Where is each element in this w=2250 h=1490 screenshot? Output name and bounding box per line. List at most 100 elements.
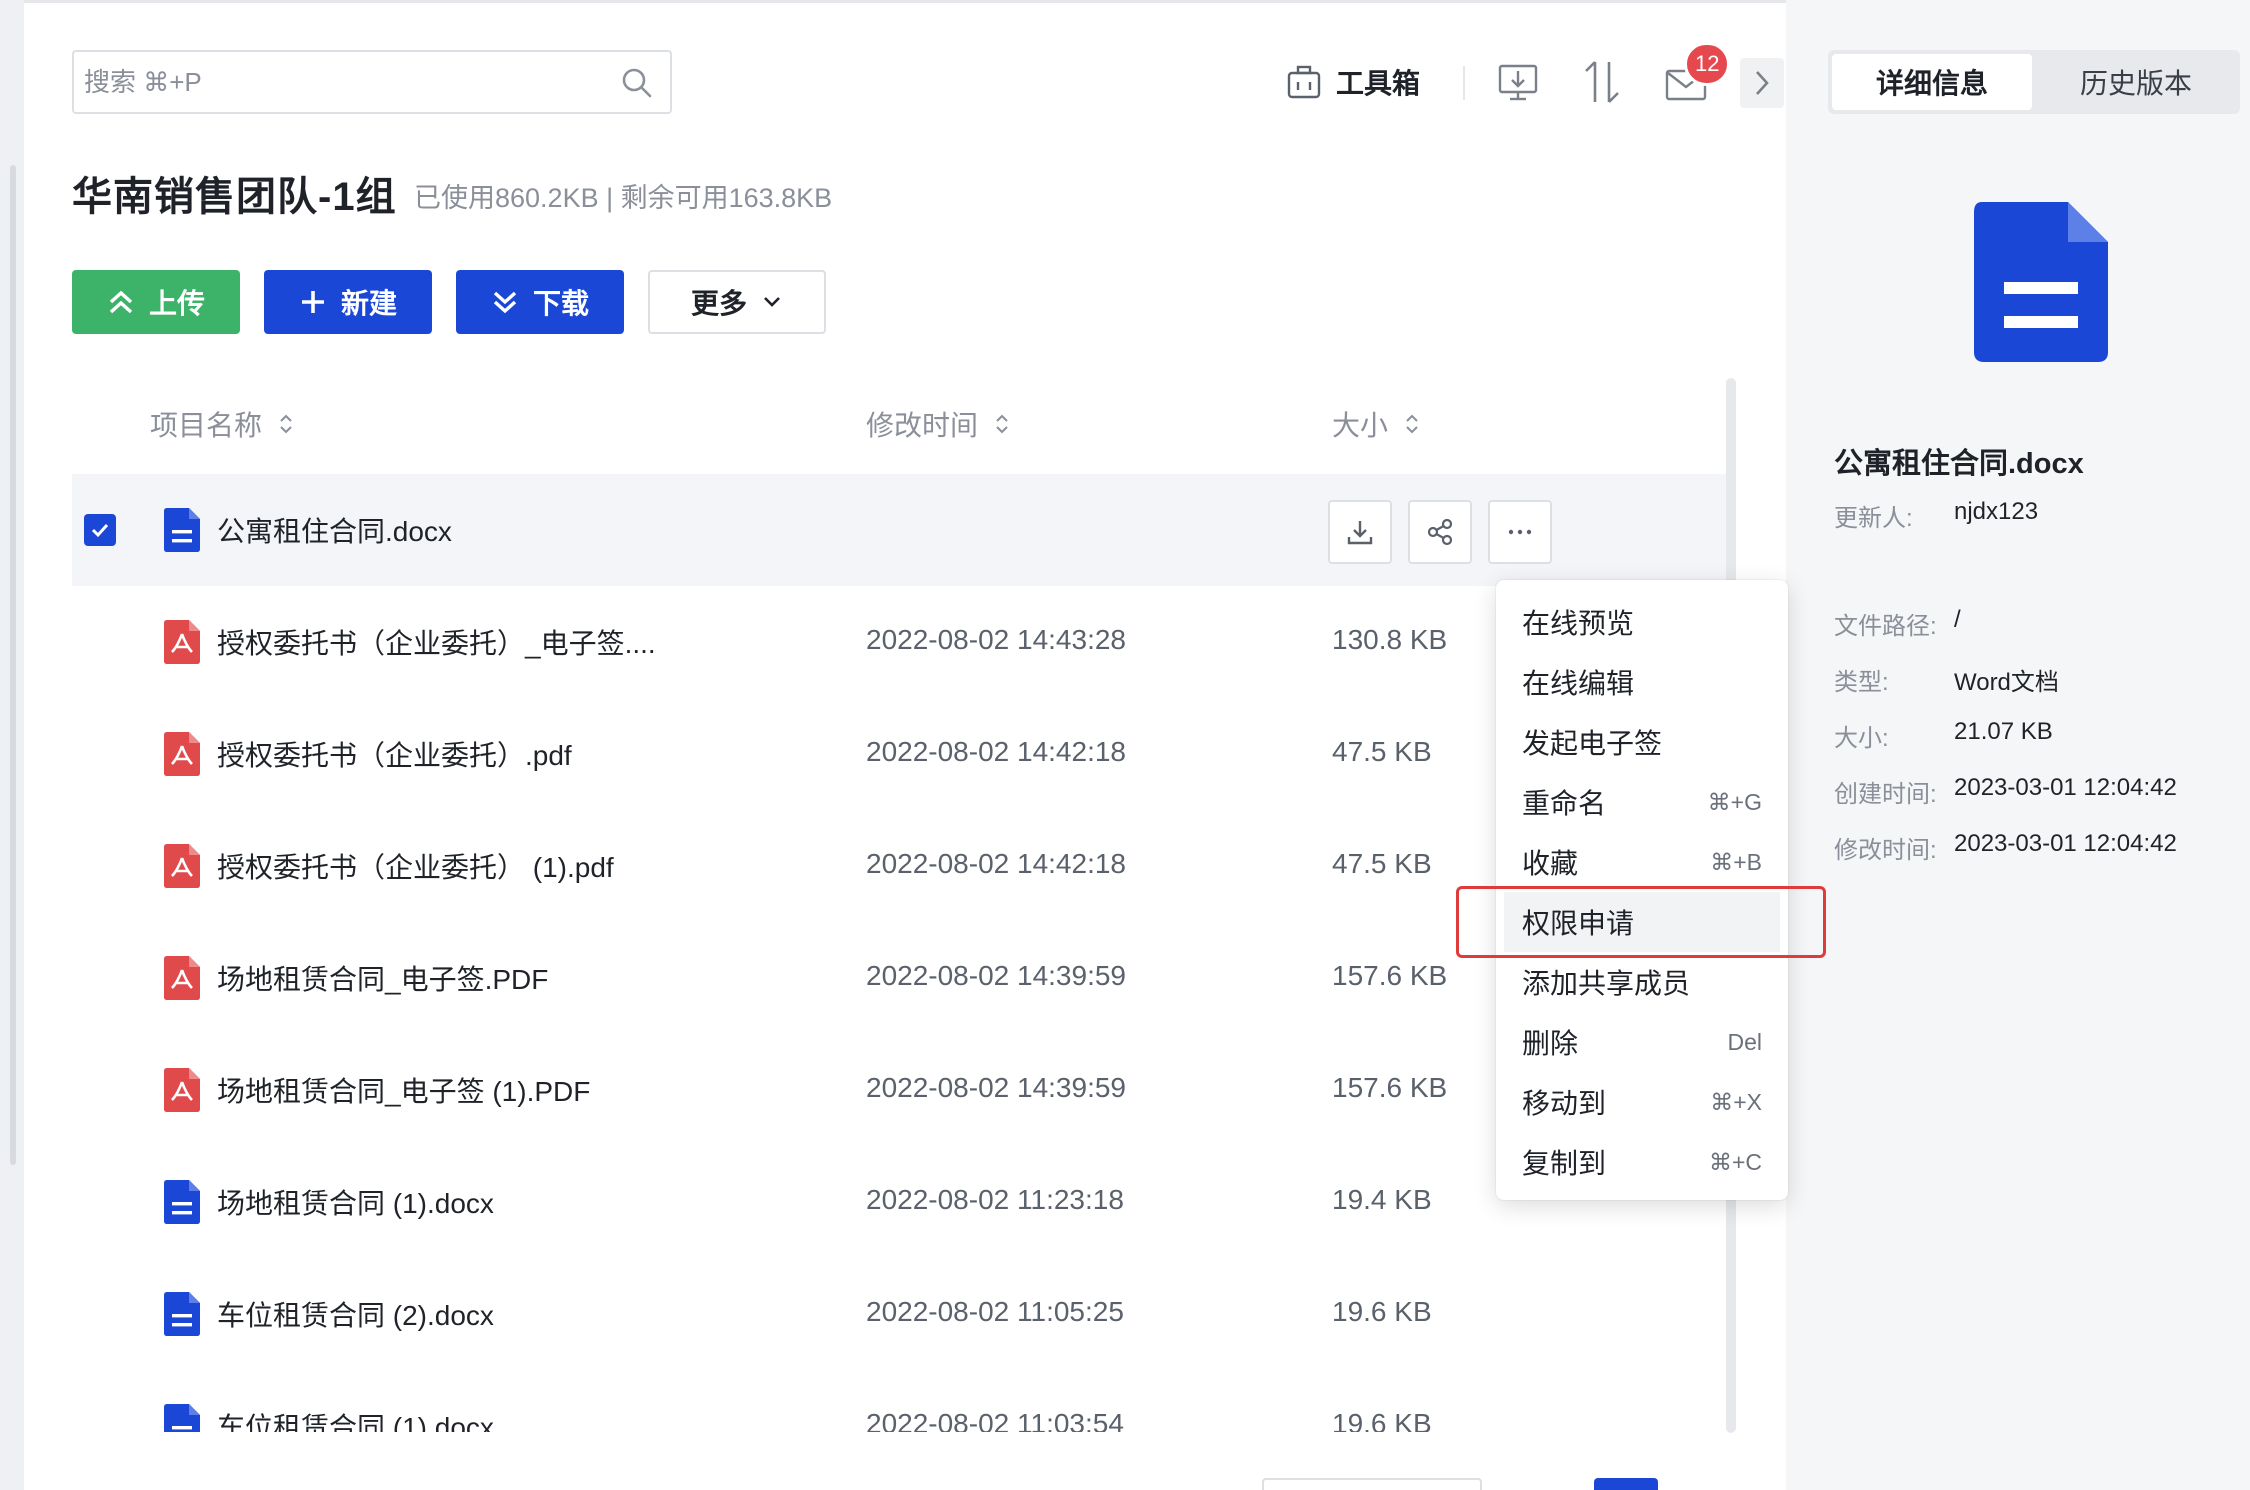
row-more-button[interactable]	[1488, 500, 1552, 564]
detail-field-modified: 修改时间: 2023-03-01 12:04:42	[1834, 830, 2177, 865]
detail-key: 创建时间:	[1834, 781, 1937, 808]
chevron-down-icon	[764, 297, 780, 307]
more-dropdown[interactable]: 更多	[648, 270, 826, 334]
file-name[interactable]: 授权委托书（企业委托）_电子签....	[217, 622, 656, 662]
menu-item-esign[interactable]: 发起电子签	[1496, 712, 1788, 772]
download-button[interactable]: 下载	[456, 270, 624, 334]
new-button[interactable]: 新建	[264, 270, 432, 334]
page-button-active[interactable]	[1594, 1478, 1658, 1490]
highlight-annotation	[1456, 886, 1826, 958]
desktop-download-button[interactable]	[1494, 58, 1542, 106]
download-label: 下载	[532, 288, 589, 319]
detail-value: 2023-03-01 12:04:42	[1954, 774, 2177, 801]
modified-time: 2022-08-02 11:23:18	[866, 1184, 1124, 1215]
menu-item-favorite[interactable]: 收藏 ⌘+B	[1496, 832, 1788, 892]
pdf-file-icon	[164, 844, 200, 893]
detail-tabs: 详细信息 历史版本	[1828, 50, 2240, 114]
storage-usage: 已使用860.2KB | 剩余可用163.8KB	[414, 183, 833, 213]
word-file-icon	[164, 1292, 200, 1341]
menu-item-shortcut: Del	[1727, 1028, 1762, 1055]
table-row[interactable]: 车位租赁合同 (2).docx 2022-08-02 11:05:25 19.6…	[72, 1258, 1732, 1370]
file-name[interactable]: 场地租赁合同_电子签.PDF	[217, 958, 548, 998]
menu-item-label: 在线预览	[1522, 608, 1635, 639]
menu-item-shortcut: ⌘+B	[1710, 848, 1762, 875]
detail-value: njdx123	[1954, 498, 2039, 525]
word-file-icon	[164, 1180, 200, 1229]
menu-item-online-preview[interactable]: 在线预览	[1496, 592, 1788, 652]
row-share-button[interactable]	[1408, 500, 1472, 564]
toolbox-button[interactable]: 工具箱	[1286, 60, 1420, 104]
pdf-file-icon	[164, 1068, 200, 1117]
file-size: 130.8 KB	[1332, 624, 1448, 655]
table-row[interactable]: 场地租赁合同 (1).docx 2022-08-02 11:23:18 19.4…	[72, 1146, 1732, 1258]
menu-item-label: 删除	[1522, 1028, 1579, 1059]
menu-item-copy-to[interactable]: 复制到 ⌘+C	[1496, 1132, 1788, 1192]
search-input[interactable]	[84, 60, 604, 104]
collapse-panel-button[interactable]	[1740, 58, 1784, 108]
column-time-label: 修改时间	[866, 410, 979, 441]
menu-item-shortcut: ⌘+G	[1707, 788, 1762, 815]
file-name[interactable]: 场地租赁合同 (1).docx	[217, 1182, 494, 1222]
detail-key: 类型:	[1834, 669, 1889, 696]
toolbox-label: 工具箱	[1336, 68, 1421, 99]
checkmark-icon	[91, 523, 109, 538]
transfer-button[interactable]	[1578, 58, 1626, 106]
detail-key: 更新人:	[1834, 505, 1913, 532]
file-name[interactable]: 车位租赁合同 (2).docx	[217, 1294, 494, 1334]
detail-field-path: 文件路径: /	[1834, 606, 1961, 641]
upload-button[interactable]: 上传	[72, 270, 240, 334]
toolbox-icon	[1287, 65, 1321, 99]
menu-item-move-to[interactable]: 移动到 ⌘+X	[1496, 1072, 1788, 1132]
column-size-label: 大小	[1332, 410, 1389, 441]
detail-key: 文件路径:	[1834, 613, 1937, 640]
row-download-button[interactable]	[1328, 500, 1392, 564]
file-size: 157.6 KB	[1332, 960, 1448, 991]
column-header-size[interactable]: 大小	[1332, 404, 1420, 444]
tab-details[interactable]: 详细信息	[1832, 54, 2032, 110]
list-bottom-mask	[24, 1432, 1786, 1490]
detail-field-created: 创建时间: 2023-03-01 12:04:42	[1834, 774, 2177, 809]
file-size: 19.4 KB	[1332, 1184, 1432, 1215]
more-horizontal-icon	[1508, 529, 1532, 535]
table-row[interactable]: 公寓租住合同.docx	[72, 474, 1732, 586]
menu-item-label: 发起电子签	[1522, 728, 1663, 759]
detail-file-name: 公寓租住合同.docx	[1834, 448, 2084, 480]
menu-item-label: 添加共享成员	[1522, 968, 1691, 999]
sort-icon[interactable]	[994, 412, 1010, 436]
plus-icon	[301, 291, 324, 313]
menu-item-label: 移动到	[1522, 1088, 1607, 1119]
detail-updater: 更新人: njdx123	[1834, 498, 2038, 533]
menu-item-online-edit[interactable]: 在线编辑	[1496, 652, 1788, 712]
table-row[interactable]: 授权委托书（企业委托）_电子签.... 2022-08-02 14:43:28 …	[72, 586, 1732, 698]
menu-item-rename[interactable]: 重命名 ⌘+G	[1496, 772, 1788, 832]
search-icon[interactable]	[620, 66, 654, 105]
menu-item-add-members[interactable]: 添加共享成员	[1496, 952, 1788, 1012]
chevron-right-icon	[1756, 71, 1769, 95]
transfer-icon	[1585, 61, 1619, 103]
file-name[interactable]: 公寓租住合同.docx	[217, 510, 452, 550]
menu-item-delete[interactable]: 删除 Del	[1496, 1012, 1788, 1072]
column-header-time[interactable]: 修改时间	[866, 404, 1010, 444]
upload-label: 上传	[148, 288, 205, 319]
column-header-name[interactable]: 项目名称	[150, 404, 294, 444]
page-size-select[interactable]	[1262, 1478, 1482, 1490]
file-name[interactable]: 场地租赁合同_电子签 (1).PDF	[217, 1070, 590, 1110]
sort-icon[interactable]	[1404, 412, 1420, 436]
row-checkbox[interactable]	[84, 514, 116, 546]
table-row[interactable]: 授权委托书（企业委托）.pdf 2022-08-02 14:42:18 47.5…	[72, 698, 1732, 810]
file-name[interactable]: 授权委托书（企业委托）.pdf	[217, 734, 572, 774]
file-name[interactable]: 授权委托书（企业委托） (1).pdf	[217, 846, 614, 886]
sort-icon[interactable]	[278, 412, 294, 436]
new-label: 新建	[340, 288, 397, 319]
word-file-icon	[164, 508, 200, 557]
menu-item-shortcut: ⌘+X	[1710, 1088, 1762, 1115]
modified-time: 2022-08-02 14:39:59	[866, 960, 1126, 991]
detail-value: Word文档	[1954, 669, 2059, 696]
left-scrollbar[interactable]	[10, 165, 16, 1165]
file-size: 47.5 KB	[1332, 736, 1432, 767]
detail-value: 21.07 KB	[1954, 718, 2053, 745]
search-box[interactable]	[72, 50, 672, 114]
table-row[interactable]: 场地租赁合同_电子签 (1).PDF 2022-08-02 14:39:59 1…	[72, 1034, 1732, 1146]
modified-time: 2022-08-02 14:42:18	[866, 848, 1126, 879]
tab-history[interactable]: 历史版本	[2036, 54, 2236, 110]
